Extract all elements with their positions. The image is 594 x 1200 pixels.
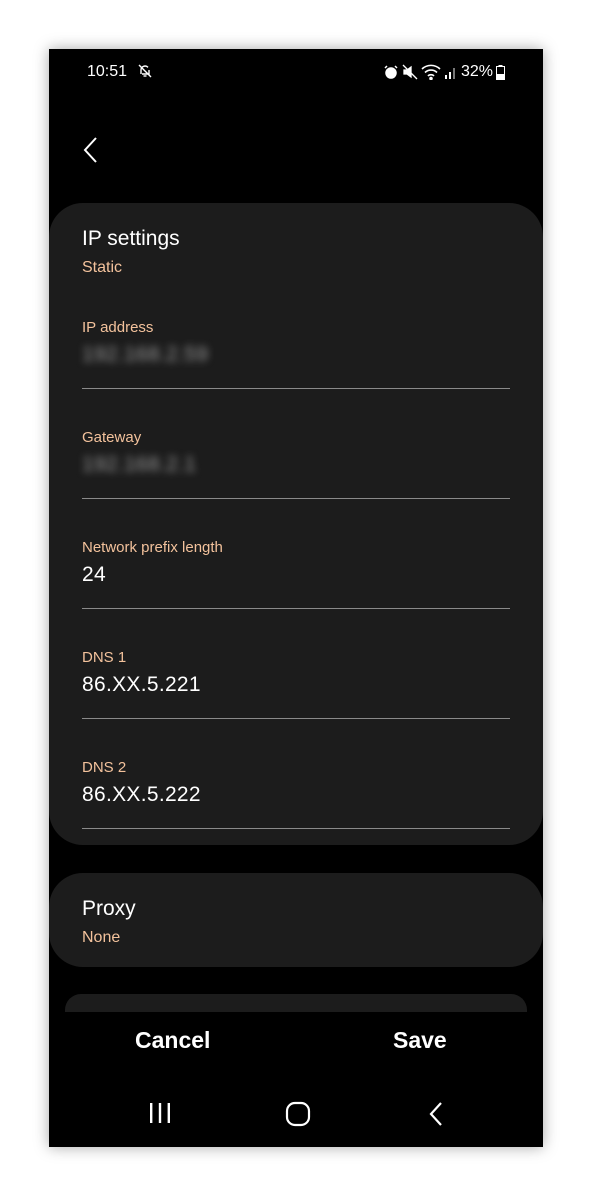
ip-settings-title[interactable]: IP settings bbox=[82, 227, 180, 251]
divider bbox=[82, 718, 510, 719]
back-icon bbox=[429, 1102, 442, 1126]
dns1-field[interactable]: DNS 1 86.XX.5.221 bbox=[82, 649, 510, 719]
divider bbox=[82, 608, 510, 609]
proxy-card[interactable]: Proxy None bbox=[49, 873, 543, 967]
dns2-field[interactable]: DNS 2 86.XX.5.222 bbox=[82, 759, 510, 829]
gateway-label: Gateway bbox=[82, 429, 142, 446]
ip-settings-mode[interactable]: Static bbox=[82, 259, 122, 277]
phone-screen: 10:51 32% IP settings Static IP address … bbox=[49, 49, 543, 1147]
gateway-value[interactable]: 192.168.2.1 bbox=[82, 453, 196, 477]
wifi-icon bbox=[421, 64, 441, 80]
ip-address-label: IP address bbox=[82, 319, 154, 336]
prefix-length-label: Network prefix length bbox=[82, 539, 223, 556]
ip-address-field[interactable]: IP address 192.168.2.59 bbox=[82, 319, 510, 389]
battery-percent: 32% bbox=[460, 63, 493, 80]
proxy-value: None bbox=[82, 929, 121, 946]
divider bbox=[82, 388, 510, 389]
alarm-icon bbox=[383, 64, 399, 80]
status-icons: 32% bbox=[383, 63, 505, 81]
status-time: 10:51 bbox=[87, 63, 128, 80]
dns2-value[interactable]: 86.XX.5.222 bbox=[82, 783, 201, 807]
notifications-off-icon bbox=[137, 63, 153, 84]
home-icon bbox=[285, 1101, 311, 1127]
next-card-edge bbox=[65, 994, 527, 1012]
dns1-label: DNS 1 bbox=[82, 649, 127, 666]
prefix-length-field[interactable]: Network prefix length 24 bbox=[82, 539, 510, 609]
home-button[interactable] bbox=[285, 1101, 311, 1132]
recent-apps-button[interactable] bbox=[147, 1101, 173, 1130]
save-button[interactable]: Save bbox=[393, 1027, 447, 1054]
nav-back-button[interactable] bbox=[425, 1101, 449, 1132]
navigation-bar bbox=[49, 1085, 543, 1145]
status-bar: 10:51 32% bbox=[49, 49, 543, 95]
dns1-value[interactable]: 86.XX.5.221 bbox=[82, 673, 201, 697]
back-button[interactable] bbox=[77, 135, 107, 165]
divider bbox=[82, 828, 510, 829]
battery-icon bbox=[496, 64, 505, 80]
prefix-length-value[interactable]: 24 bbox=[82, 563, 106, 587]
mute-icon bbox=[402, 64, 418, 80]
signal-icon bbox=[444, 64, 458, 80]
ip-settings-card: IP settings Static IP address 192.168.2.… bbox=[49, 203, 543, 845]
proxy-title: Proxy bbox=[82, 897, 136, 920]
recent-apps-icon bbox=[150, 1103, 170, 1123]
dns2-label: DNS 2 bbox=[82, 759, 127, 776]
gateway-field[interactable]: Gateway 192.168.2.1 bbox=[82, 429, 510, 499]
divider bbox=[82, 498, 510, 499]
ip-address-value[interactable]: 192.168.2.59 bbox=[82, 343, 208, 367]
cancel-button[interactable]: Cancel bbox=[135, 1027, 210, 1054]
chevron-left-icon bbox=[83, 137, 97, 163]
